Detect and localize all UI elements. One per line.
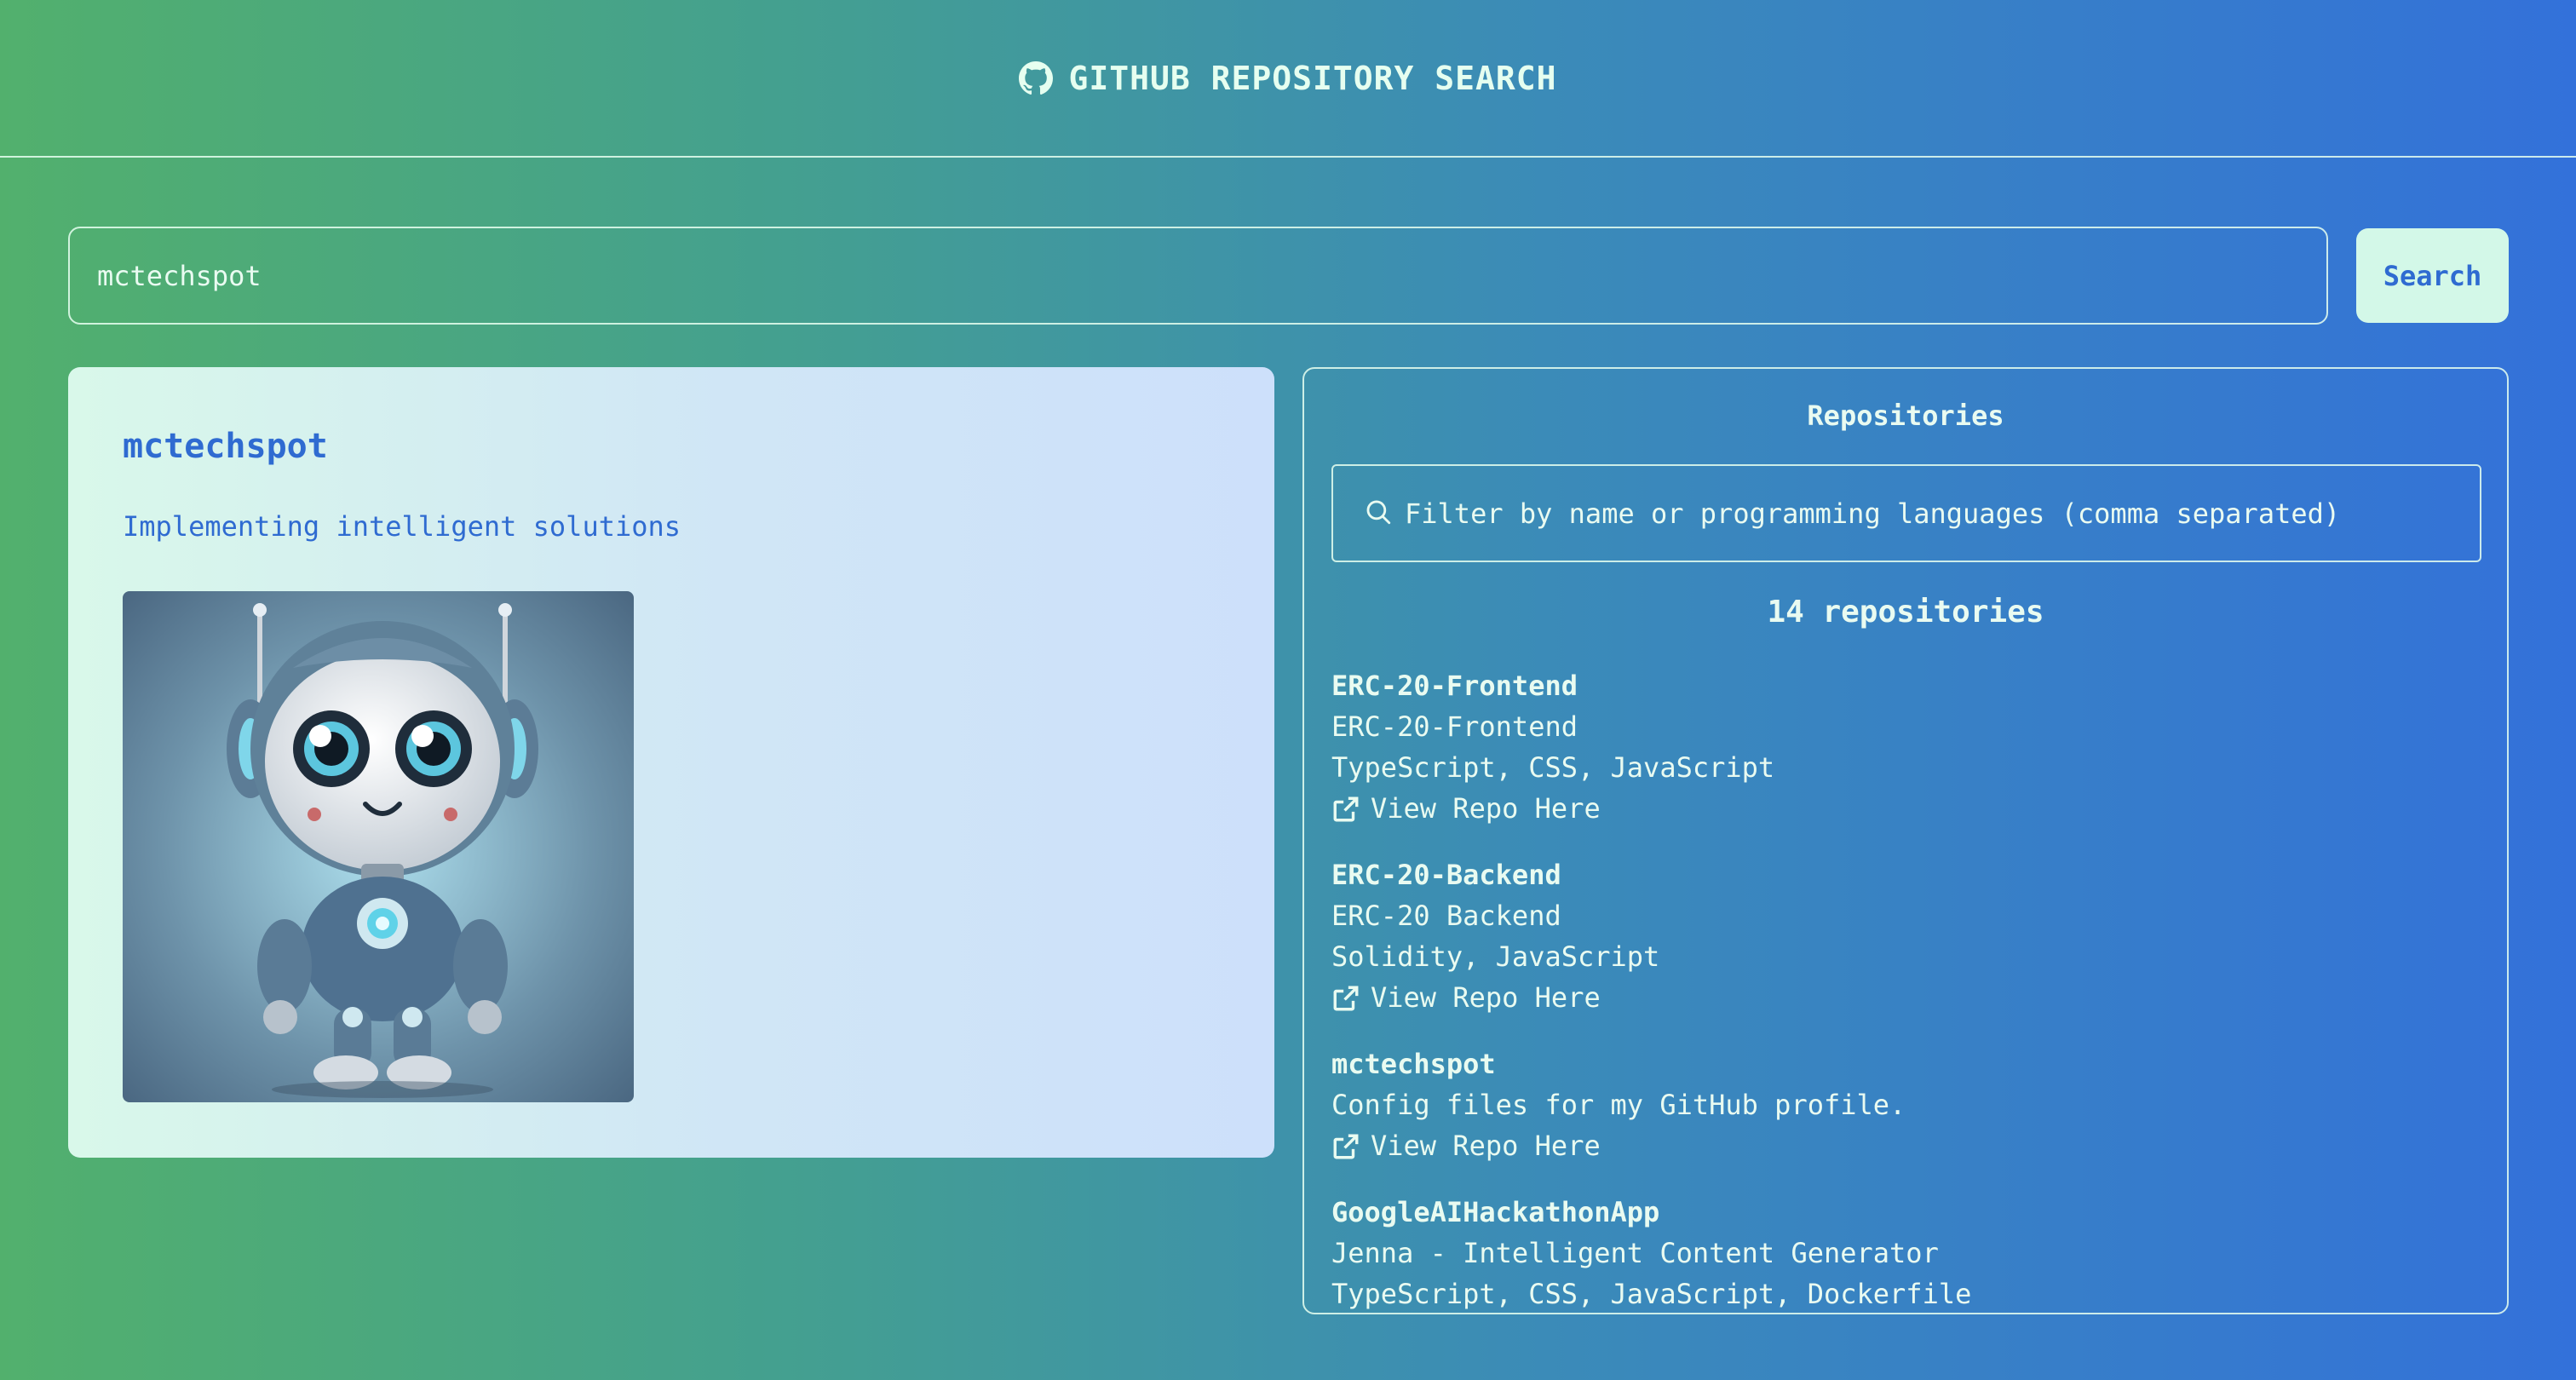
repository-list: ERC-20-Frontend ERC-20-Frontend TypeScri…	[1331, 665, 2481, 1313]
repository-item: GoogleAIHackathonApp Jenna - Intelligent…	[1331, 1192, 2481, 1313]
profile-card: mctechspot Implementing intelligent solu…	[68, 367, 1274, 1158]
view-repo-link[interactable]: View Repo Here	[1331, 1125, 2481, 1166]
repository-description: Config files for my GitHub profile.	[1331, 1089, 1906, 1121]
view-repo-link[interactable]: View Repo Here	[1331, 977, 2481, 1018]
repository-languages: Solidity, JavaScript	[1331, 940, 1660, 973]
repository-description: Jenna - Intelligent Content Generator	[1331, 1237, 1939, 1269]
repository-count: 14 repositories	[1767, 595, 2044, 630]
username-search-input[interactable]	[68, 227, 2328, 325]
repository-languages: TypeScript, CSS, JavaScript, Dockerfile	[1331, 1278, 1972, 1310]
repositories-heading: Repositories	[1807, 400, 2004, 432]
repo-filter-input[interactable]	[1405, 497, 2470, 530]
search-button[interactable]: Search	[2356, 228, 2509, 323]
view-repo-link[interactable]: View Repo Here	[1331, 788, 2481, 829]
repository-item: ERC-20-Frontend ERC-20-Frontend TypeScri…	[1331, 665, 2481, 829]
external-link-icon	[1331, 1131, 1360, 1160]
avatar	[123, 591, 634, 1102]
repository-name: ERC-20-Frontend	[1331, 670, 1578, 702]
search-icon	[1364, 497, 1393, 530]
repository-description: ERC-20 Backend	[1331, 900, 1561, 932]
repository-name: ERC-20-Backend	[1331, 859, 1561, 891]
app-header: GITHUB REPOSITORY SEARCH	[0, 0, 2576, 158]
external-link-icon	[1331, 794, 1360, 823]
repository-item: ERC-20-Backend ERC-20 Backend Solidity, …	[1331, 854, 2481, 1018]
repository-name: mctechspot	[1331, 1048, 1496, 1080]
profile-name: mctechspot	[123, 427, 328, 466]
repository-item: mctechspot Config files for my GitHub pr…	[1331, 1044, 2481, 1166]
view-repo-label: View Repo Here	[1371, 792, 1601, 825]
header-title-group: GITHUB REPOSITORY SEARCH	[1019, 60, 1556, 97]
repo-filter-field[interactable]	[1331, 464, 2481, 562]
view-repo-label: View Repo Here	[1371, 1130, 1601, 1162]
view-repo-label: View Repo Here	[1371, 981, 1601, 1014]
github-icon	[1019, 60, 1054, 95]
repository-languages: TypeScript, CSS, JavaScript	[1331, 751, 1775, 784]
external-link-icon	[1331, 983, 1360, 1012]
repository-description: ERC-20-Frontend	[1331, 710, 1578, 743]
page-title: GITHUB REPOSITORY SEARCH	[1068, 59, 1557, 97]
repositories-panel[interactable]: Repositories 14 repositories ERC-20-Fron…	[1302, 367, 2509, 1314]
repository-name: GoogleAIHackathonApp	[1331, 1196, 1660, 1228]
profile-bio: Implementing intelligent solutions	[123, 510, 681, 543]
